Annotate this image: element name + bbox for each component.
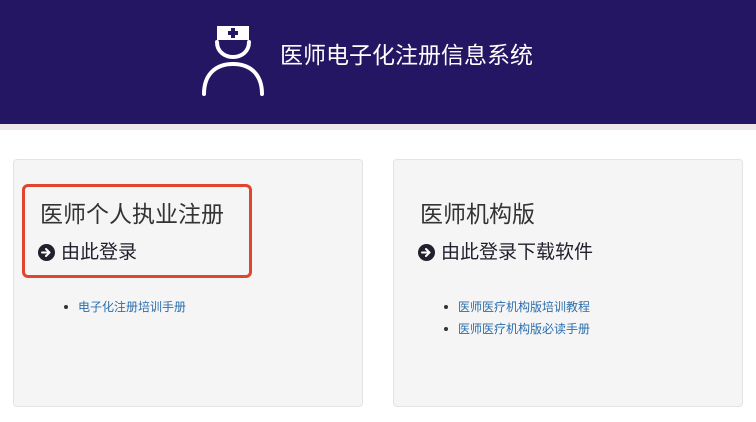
individual-registration-panel: 医师个人执业注册 由此登录 电子化注册培训手册 (13, 159, 363, 407)
site-header: 医师电子化注册信息系统 (0, 0, 756, 130)
doc-link-required-manual[interactable]: 医师医疗机构版必读手册 (458, 322, 590, 336)
institution-login-download-link[interactable]: 由此登录下载软件 (418, 239, 593, 265)
institution-login-label: 由此登录下载软件 (441, 241, 594, 263)
individual-doc-list: 电子化注册培训手册 (64, 296, 186, 318)
institution-panel: 医师机构版 由此登录下载软件 医师医疗机构版培训教程 医师医疗机构版必读手册 (393, 159, 743, 407)
doc-link-training-manual[interactable]: 电子化注册培训手册 (78, 300, 186, 314)
individual-login-link[interactable]: 由此登录 (38, 239, 137, 265)
list-item: 医师医疗机构版培训教程 (444, 296, 590, 318)
list-item: 医师医疗机构版必读手册 (444, 318, 590, 340)
circle-arrow-right-icon (38, 243, 55, 261)
site-title: 医师电子化注册信息系统 (280, 43, 533, 69)
individual-panel-title: 医师个人执业注册 (40, 202, 224, 228)
doctor-nurse-icon (202, 26, 264, 96)
list-item: 电子化注册培训手册 (64, 296, 186, 318)
institution-panel-title: 医师机构版 (420, 202, 535, 228)
circle-arrow-right-icon (418, 243, 435, 261)
doc-link-training-tutorial[interactable]: 医师医疗机构版培训教程 (458, 300, 590, 314)
main-content: 医师个人执业注册 由此登录 电子化注册培训手册 医师机构版 由此登录下载软件 医… (0, 130, 756, 422)
institution-doc-list: 医师医疗机构版培训教程 医师医疗机构版必读手册 (444, 296, 590, 340)
individual-login-label: 由此登录 (61, 241, 138, 263)
